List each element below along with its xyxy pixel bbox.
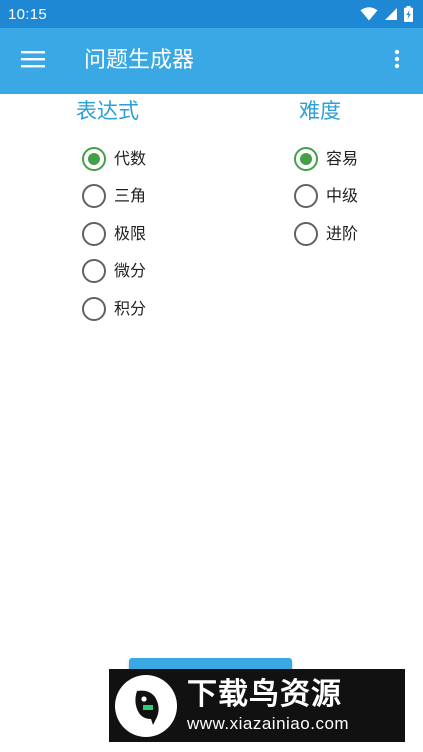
expression-heading: 表达式 (76, 99, 139, 123)
radio-label: 进阶 (326, 223, 359, 243)
difficulty-radio-group: 容易 中级 进阶 (294, 140, 358, 253)
radio-label: 三角 (114, 186, 147, 206)
radio-difficulty-intermediate[interactable]: 中级 (294, 178, 358, 216)
radio-label: 积分 (114, 298, 147, 318)
app-bar: 问题生成器 (0, 28, 423, 94)
expression-radio-group: 代数 三角 极限 微分 积分 (82, 140, 146, 328)
radio-button-icon (294, 146, 318, 171)
watermark-text: 下载鸟资源 www.xiazainiao.com (187, 677, 349, 735)
app-title: 问题生成器 (84, 48, 195, 73)
watermark-banner: 下载鸟资源 www.xiazainiao.com (109, 669, 405, 742)
radio-button-icon (82, 296, 106, 321)
radio-expression-integration[interactable]: 积分 (82, 290, 146, 328)
radio-expression-algebra[interactable]: 代数 (82, 140, 146, 178)
watermark-title: 下载鸟资源 (187, 676, 342, 712)
radio-difficulty-advanced[interactable]: 进阶 (294, 215, 358, 253)
menu-button[interactable] (16, 46, 50, 76)
battery-icon (404, 6, 413, 22)
status-bar: 10:15 (0, 0, 423, 28)
bird-logo-icon (115, 674, 177, 737)
radio-button-icon (82, 259, 106, 284)
difficulty-heading: 难度 (299, 99, 341, 123)
wifi-icon (360, 7, 378, 21)
radio-button-icon (82, 184, 106, 209)
radio-expression-differentiation[interactable]: 微分 (82, 253, 146, 291)
radio-label: 代数 (114, 148, 147, 168)
radio-label: 容易 (326, 148, 359, 168)
overflow-menu-button[interactable] (384, 46, 410, 76)
status-icons (360, 6, 413, 22)
status-time: 10:15 (8, 5, 48, 23)
radio-expression-limits[interactable]: 极限 (82, 215, 146, 253)
radio-button-icon (294, 221, 318, 246)
radio-expression-trigonometry[interactable]: 三角 (82, 178, 146, 216)
more-vert-icon (394, 49, 400, 73)
radio-button-icon (82, 146, 106, 171)
signal-icon (384, 7, 398, 21)
radio-difficulty-easy[interactable]: 容易 (294, 140, 358, 178)
watermark-url: www.xiazainiao.com (187, 713, 350, 733)
radio-button-icon (294, 184, 318, 209)
radio-button-icon (82, 221, 106, 246)
radio-label: 中级 (326, 186, 359, 206)
radio-label: 微分 (114, 261, 147, 281)
hamburger-menu-icon (21, 50, 45, 72)
radio-label: 极限 (114, 223, 147, 243)
